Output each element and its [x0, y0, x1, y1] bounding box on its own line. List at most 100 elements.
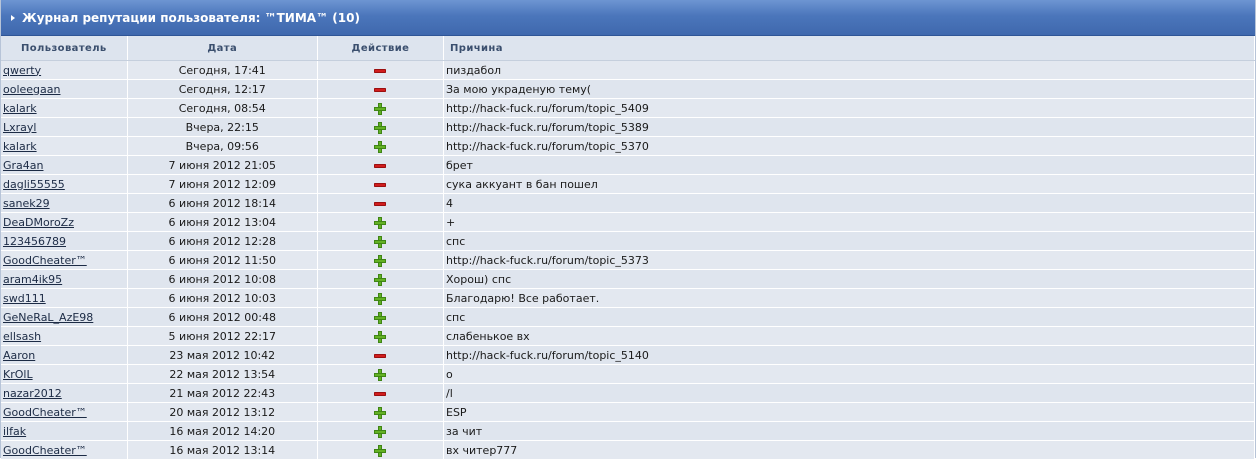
- row-action: [317, 326, 445, 346]
- row-action: [317, 345, 445, 365]
- row-action: [317, 231, 445, 251]
- minus-icon: [374, 391, 387, 396]
- table-row: kalark Сегодня, 08:54 http://hack-fuck.ru/…: [1, 98, 1255, 118]
- row-reason: брет: [443, 155, 1255, 175]
- row-user-cell: ilfak: [1, 421, 128, 441]
- row-date: 16 мая 2012 14:20: [127, 421, 318, 441]
- row-date: 23 мая 2012 10:42: [127, 345, 318, 365]
- row-reason: http://hack-fuck.ru/forum/topic_5409: [443, 98, 1255, 118]
- row-reason: 4: [443, 193, 1255, 213]
- table-row: aram4ik95 6 июня 2012 10:08 Хорош) спс: [1, 269, 1255, 289]
- row-date: 5 июня 2012 22:17: [127, 326, 318, 346]
- user-link[interactable]: qwerty: [3, 64, 41, 77]
- row-user-cell: ooleegaan: [1, 79, 128, 99]
- row-user-cell: Aaron: [1, 345, 128, 365]
- table-row: dagli55555 7 июня 2012 12:09 сука аккуант …: [1, 174, 1255, 194]
- plus-icon: [374, 406, 387, 419]
- row-user-cell: 123456789: [1, 231, 128, 251]
- user-link[interactable]: 123456789: [3, 235, 66, 248]
- row-action: [317, 440, 445, 460]
- user-link[interactable]: dagli55555: [3, 178, 65, 191]
- header-user: Пользователь: [1, 36, 128, 61]
- row-user-cell: Gra4an: [1, 155, 128, 175]
- table-header-row: Пользователь Дата Действие Причина: [1, 36, 1255, 61]
- row-date: Сегодня, 17:41: [127, 60, 318, 80]
- table-row: ooleegaan Сегодня, 12:17 За мою украденую …: [1, 79, 1255, 99]
- table-row: ilfak 16 мая 2012 14:20 за чит: [1, 421, 1255, 441]
- row-user-cell: sanek29: [1, 193, 128, 213]
- row-user-cell: GeNeRaL_AzE98: [1, 307, 128, 327]
- user-link[interactable]: kalark: [3, 102, 37, 115]
- row-reason: Хорош) спс: [443, 269, 1255, 289]
- minus-icon: [374, 68, 387, 73]
- row-reason: За мою украденую тему(: [443, 79, 1255, 99]
- row-reason: ESP: [443, 402, 1255, 422]
- row-reason: о: [443, 364, 1255, 384]
- user-link[interactable]: swd111: [3, 292, 46, 305]
- user-link[interactable]: KrOlL: [3, 368, 33, 381]
- row-user-cell: swd111: [1, 288, 128, 308]
- row-action: [317, 421, 445, 441]
- user-link[interactable]: aram4ik95: [3, 273, 62, 286]
- table-row: 123456789 6 июня 2012 12:28 спс: [1, 231, 1255, 251]
- row-user-cell: kalark: [1, 98, 128, 118]
- user-link[interactable]: Lxrayl: [3, 121, 36, 134]
- row-user-cell: nazar2012: [1, 383, 128, 403]
- row-user-cell: ellsash: [1, 326, 128, 346]
- reputation-table: Пользователь Дата Действие Причина qwert…: [1, 36, 1255, 460]
- row-reason: http://hack-fuck.ru/forum/topic_5140: [443, 345, 1255, 365]
- row-reason: за чит: [443, 421, 1255, 441]
- row-date: 20 мая 2012 13:12: [127, 402, 318, 422]
- row-date: 6 июня 2012 10:03: [127, 288, 318, 308]
- row-reason: /l: [443, 383, 1255, 403]
- row-reason: Благодарю! Все работает.: [443, 288, 1255, 308]
- user-link[interactable]: kalark: [3, 140, 37, 153]
- row-date: 6 июня 2012 18:14: [127, 193, 318, 213]
- row-date: 6 июня 2012 11:50: [127, 250, 318, 270]
- row-date: 6 июня 2012 10:08: [127, 269, 318, 289]
- table-row: Gra4an 7 июня 2012 21:05 брет: [1, 155, 1255, 175]
- table-row: ellsash 5 июня 2012 22:17 слабенькое вх: [1, 326, 1255, 346]
- row-date: Вчера, 09:56: [127, 136, 318, 156]
- minus-icon: [374, 353, 387, 358]
- user-link[interactable]: ilfak: [3, 425, 26, 438]
- user-link[interactable]: nazar2012: [3, 387, 62, 400]
- user-link[interactable]: GoodCheater™: [3, 444, 87, 457]
- row-user-cell: GoodCheater™: [1, 250, 128, 270]
- row-reason: спс: [443, 307, 1255, 327]
- user-link[interactable]: GeNeRaL_AzE98: [3, 311, 93, 324]
- user-link[interactable]: sanek29: [3, 197, 50, 210]
- table-row: GoodCheater™ 6 июня 2012 11:50 http://hack…: [1, 250, 1255, 270]
- user-link[interactable]: GoodCheater™: [3, 254, 87, 267]
- reputation-log-panel: Журнал репутации пользователя: ™ТИМА™ (1…: [0, 0, 1256, 460]
- row-action: [317, 288, 445, 308]
- plus-icon: [374, 254, 387, 267]
- user-link[interactable]: GoodCheater™: [3, 406, 87, 419]
- row-user-cell: Lxrayl: [1, 117, 128, 137]
- row-user-cell: DeaDMoroZz: [1, 212, 128, 232]
- user-link[interactable]: ooleegaan: [3, 83, 61, 96]
- row-user-cell: GoodCheater™: [1, 402, 128, 422]
- row-user-cell: KrOlL: [1, 364, 128, 384]
- row-date: 6 июня 2012 13:04: [127, 212, 318, 232]
- user-link[interactable]: Aaron: [3, 349, 35, 362]
- row-reason: +: [443, 212, 1255, 232]
- table-row: KrOlL 22 мая 2012 13:54 о: [1, 364, 1255, 384]
- collapse-arrow-icon[interactable]: [11, 14, 15, 21]
- table-row: DeaDMoroZz 6 июня 2012 13:04 +: [1, 212, 1255, 232]
- row-action: [317, 136, 445, 156]
- row-reason: вх читер777: [443, 440, 1255, 460]
- row-reason: слабенькое вх: [443, 326, 1255, 346]
- plus-icon: [374, 102, 387, 115]
- table-row: nazar2012 21 мая 2012 22:43/l: [1, 383, 1255, 403]
- user-link[interactable]: ellsash: [3, 330, 41, 343]
- row-reason: сука аккуант в бан пошел: [443, 174, 1255, 194]
- plus-icon: [374, 235, 387, 248]
- user-link[interactable]: Gra4an: [3, 159, 44, 172]
- row-reason: http://hack-fuck.ru/forum/topic_5373: [443, 250, 1255, 270]
- user-link[interactable]: DeaDMoroZz: [3, 216, 74, 229]
- table-row: qwerty Сегодня, 17:41 пиздабол: [1, 60, 1255, 80]
- minus-icon: [374, 201, 387, 206]
- row-date: 7 июня 2012 21:05: [127, 155, 318, 175]
- minus-icon: [374, 182, 387, 187]
